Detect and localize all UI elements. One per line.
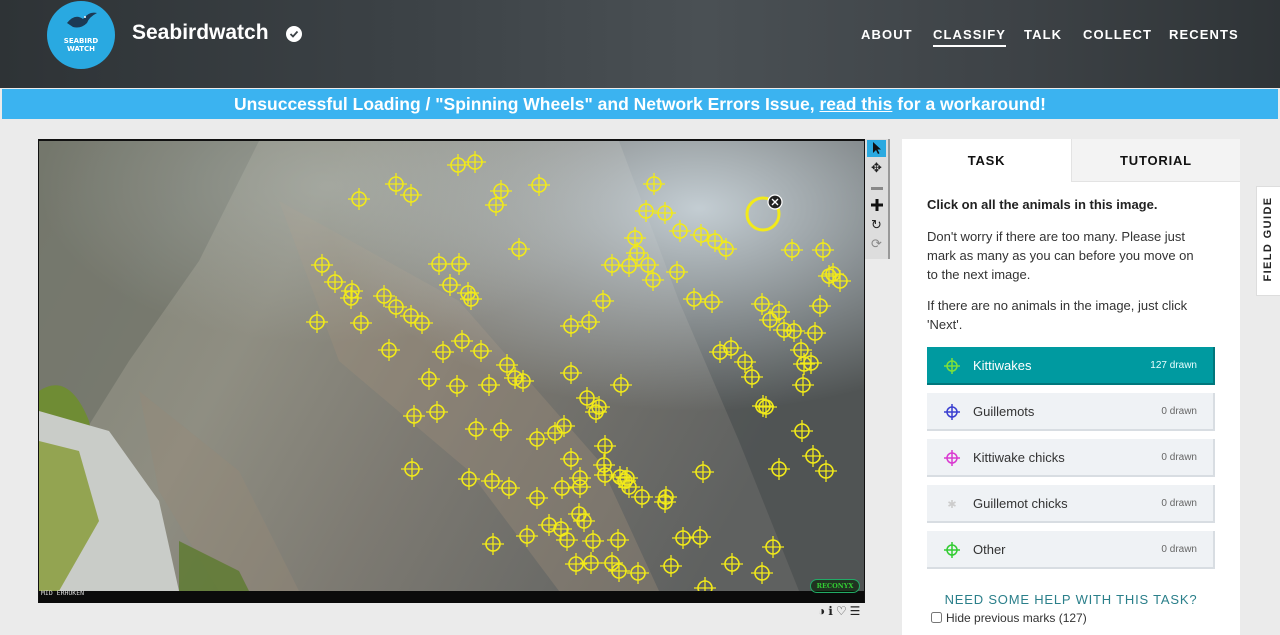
announcement-banner: Unsuccessful Loading / "Spinning Wheels"…: [2, 89, 1278, 119]
banner-text-end: for a workaround!: [892, 94, 1047, 114]
image-footer: [39, 591, 864, 603]
favorite-icon[interactable]: ♡: [836, 604, 847, 618]
reset-icon[interactable]: ⟳: [867, 235, 886, 252]
logo-text: SEABIRD WATCH: [63, 37, 99, 53]
task-question: Click on all the animals in this image.: [927, 197, 1158, 212]
project-logo[interactable]: SEABIRD WATCH: [47, 1, 115, 69]
crosshair-icon: [944, 404, 960, 425]
camera-brand-logo: RECONYX: [810, 579, 860, 593]
field-guide-label: FIELD GUIDE: [1262, 196, 1274, 282]
need-help-link[interactable]: NEED SOME HELP WITH THIS TASK?: [902, 592, 1240, 607]
choice-label: Kittiwakes: [973, 358, 1032, 373]
choice-label: Other: [973, 542, 1006, 557]
nav-talk[interactable]: TALK: [1024, 27, 1062, 42]
seabird-icon: [67, 12, 97, 28]
zoom-in-icon[interactable]: [867, 197, 886, 214]
image-toolbar: ✥ ↻ ⟳: [865, 139, 888, 259]
choice-count: 0 drawn: [1161, 452, 1197, 463]
banner-text: Unsuccessful Loading / "Spinning Wheels"…: [233, 94, 820, 114]
choice-label: Guillemots: [973, 404, 1035, 419]
choice-other[interactable]: Other 0 drawn: [927, 531, 1215, 569]
move-icon[interactable]: ✥: [867, 159, 886, 176]
crosshair-icon: [944, 542, 960, 563]
nav-about[interactable]: ABOUT: [861, 27, 913, 42]
rotate-icon[interactable]: ↻: [867, 216, 886, 233]
crosshair-icon: [944, 450, 960, 471]
task-help-text: Don't worry if there are too many. Pleas…: [927, 229, 1194, 282]
choice-label: Kittiwake chicks: [973, 450, 1065, 465]
task-panel: TASK TUTORIAL Click on all the animals i…: [902, 139, 1240, 635]
field-guide-tab[interactable]: FIELD GUIDE: [1256, 186, 1280, 296]
subject-viewer[interactable]: MID ERHUKEN RECONYX: [38, 139, 865, 603]
choice-count: 0 drawn: [1161, 498, 1197, 509]
choice-count: 0 drawn: [1161, 544, 1197, 555]
hide-marks-checkbox[interactable]: [931, 612, 942, 623]
choice-guillemot-chicks[interactable]: Guillemot chicks 0 drawn: [927, 485, 1215, 523]
nav-collect[interactable]: COLLECT: [1083, 27, 1152, 42]
task-help-text-2: If there are no animals in the image, ju…: [927, 298, 1188, 332]
hide-marks-label: Hide previous marks (127): [946, 611, 1087, 625]
choice-count: 0 drawn: [1161, 406, 1197, 417]
asterisk-icon: [944, 496, 960, 517]
choice-count: 127 drawn: [1150, 360, 1197, 371]
contrast-icon[interactable]: ◑: [818, 604, 825, 618]
banner-link[interactable]: read this: [819, 94, 892, 114]
project-title[interactable]: Seabirdwatch: [132, 21, 269, 45]
choice-kittiwake-chicks[interactable]: Kittiwake chicks 0 drawn: [927, 439, 1215, 477]
tab-task[interactable]: TASK: [902, 139, 1071, 182]
subject-image[interactable]: [39, 141, 864, 591]
verified-badge-icon: [286, 26, 302, 42]
site-header: SEABIRD WATCH Seabirdwatch ABOUT CLASSIF…: [0, 0, 1280, 88]
hide-marks-toggle[interactable]: Hide previous marks (127): [931, 611, 1087, 625]
choice-label: Guillemot chicks: [973, 496, 1068, 511]
camera-label: MID ERHUKEN: [41, 589, 85, 597]
choice-kittiwakes[interactable]: Kittiwakes 127 drawn: [927, 347, 1215, 385]
tab-tutorial[interactable]: TUTORIAL: [1071, 139, 1240, 182]
choice-guillemots[interactable]: Guillemots 0 drawn: [927, 393, 1215, 431]
collections-icon[interactable]: ☰: [850, 604, 861, 618]
nav-recents[interactable]: RECENTS: [1169, 27, 1239, 42]
info-icon[interactable]: ℹ: [828, 604, 833, 618]
image-actions: ◑ ℹ ♡ ☰: [818, 604, 863, 618]
zoom-out-icon[interactable]: [867, 178, 886, 195]
pointer-icon[interactable]: [867, 140, 886, 157]
crosshair-icon: [944, 358, 960, 379]
toolbar-divider: [888, 139, 890, 259]
nav-classify[interactable]: CLASSIFY: [933, 27, 1007, 47]
